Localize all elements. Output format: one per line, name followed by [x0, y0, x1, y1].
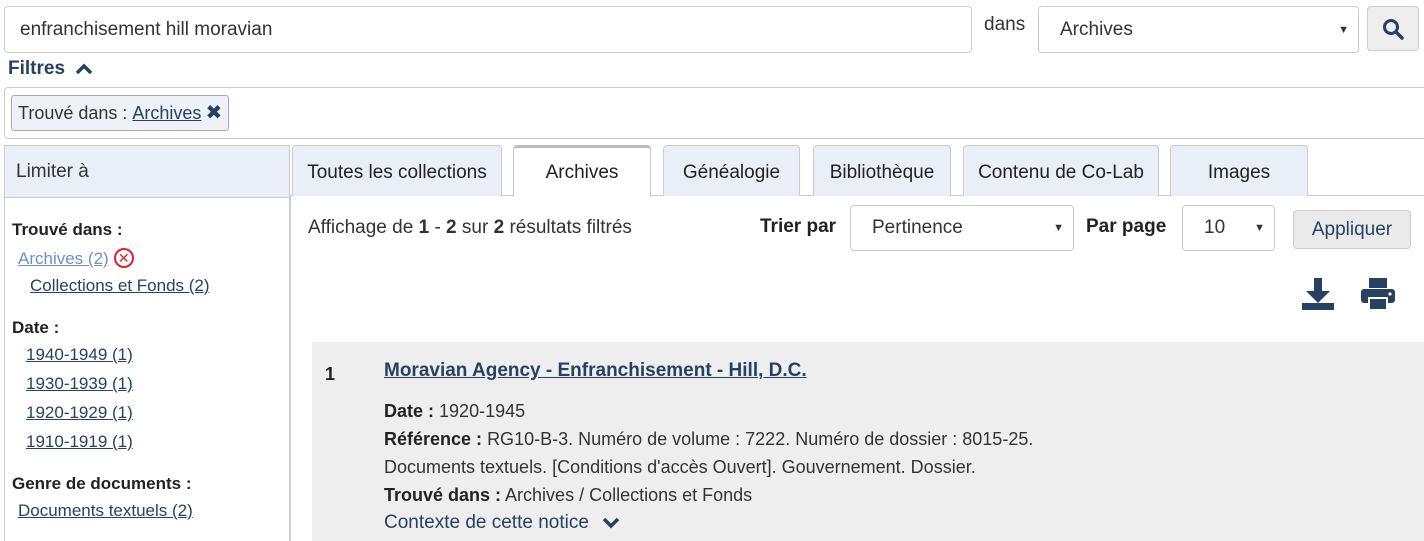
tab-images[interactable]: Images: [1170, 145, 1308, 196]
summary-mid: sur: [461, 217, 489, 238]
result-number: 1: [325, 364, 336, 384]
caret-down-icon: ▼: [1254, 222, 1265, 234]
filters-toggle[interactable]: Filtres: [8, 58, 93, 80]
range-end: 2: [446, 217, 457, 238]
range-sep: -: [434, 217, 441, 238]
facet-link[interactable]: 1930-1939 (1): [26, 374, 133, 394]
tab-genealogie[interactable]: Généalogie: [663, 145, 800, 196]
search-input[interactable]: enfranchisement hill moravian: [4, 6, 972, 53]
apply-button[interactable]: Appliquer: [1293, 210, 1411, 249]
chevron-up-icon: [75, 63, 93, 75]
filter-chip-value-link[interactable]: Archives: [132, 96, 201, 130]
facet-item: Archives (2) ✕: [18, 248, 134, 269]
facet-group-title: Trouvé dans :: [12, 220, 123, 239]
context-toggle[interactable]: Contexte de cette notice: [384, 512, 621, 534]
result-date: Date : 1920-1945: [384, 401, 525, 422]
per-page-select[interactable]: 10 ▼: [1182, 205, 1275, 251]
facet-group-title: Date :: [12, 318, 60, 337]
result-found-value: Archives / Collections et Fonds: [505, 485, 753, 505]
results-summary: Affichage de 1 - 2 sur 2 résultats filtr…: [308, 217, 632, 239]
result-found-in: Trouvé dans : Archives / Collections et …: [384, 485, 752, 506]
filter-chip: Trouvé dans : Archives ✖: [11, 95, 230, 131]
facet-link[interactable]: 1910-1919 (1): [26, 432, 133, 452]
sort-select[interactable]: Pertinence ▼: [850, 205, 1074, 251]
scope-select-value: Archives: [1060, 19, 1133, 40]
summary-prefix: Affichage de: [308, 217, 414, 238]
facet-group-title: Genre de documents :: [12, 474, 192, 493]
facet-link[interactable]: Archives (2): [18, 249, 109, 268]
summary-suffix: résultats filtrés: [509, 217, 632, 238]
per-page-label: Par page: [1086, 216, 1167, 237]
circle-x-icon[interactable]: ✕: [113, 248, 134, 268]
per-page-value: 10: [1204, 217, 1226, 238]
scope-label: dans: [984, 14, 1026, 35]
facet-link[interactable]: 1940-1949 (1): [26, 345, 133, 365]
result-title-link[interactable]: Moravian Agency - Enfranchisement - Hill…: [384, 360, 807, 382]
result-reference-value: RG10-B-3. Numéro de volume : 7222. Numér…: [487, 429, 1034, 449]
tab-contenu-co-lab[interactable]: Contenu de Co-Lab: [963, 145, 1159, 196]
sidebar-heading: Limiter à: [5, 146, 289, 198]
magnifier-icon: [1383, 18, 1404, 40]
caret-down-icon: ▼: [1053, 222, 1064, 234]
range-start: 1: [418, 217, 430, 238]
results-total: 2: [493, 217, 505, 238]
tab-archives[interactable]: Archives: [513, 145, 651, 197]
close-x-icon[interactable]: ✖: [205, 96, 222, 130]
facet-link[interactable]: Documents textuels (2): [18, 501, 193, 521]
facet-link[interactable]: Collections et Fonds (2): [30, 276, 210, 296]
result-date-label: Date :: [384, 401, 435, 421]
scope-select[interactable]: Archives ▼: [1038, 6, 1359, 53]
download-icon[interactable]: [1300, 276, 1336, 312]
filter-chip-prefix: Trouvé dans :: [18, 103, 128, 123]
filters-toggle-label: Filtres: [8, 58, 66, 79]
result-description: Documents textuels. [Conditions d'accès …: [384, 457, 976, 477]
chevron-down-icon: [602, 517, 620, 529]
printer-icon[interactable]: [1360, 276, 1396, 312]
sort-label: Trier par: [760, 216, 837, 237]
tab-toutes-les-collections[interactable]: Toutes les collections: [292, 145, 502, 196]
context-link-label: Contexte de cette notice: [384, 512, 589, 533]
result-reference: Référence : RG10-B-3. Numéro de volume :…: [384, 429, 1033, 450]
sort-select-value: Pertinence: [872, 217, 963, 238]
facet-link[interactable]: 1920-1929 (1): [26, 403, 133, 423]
caret-down-icon: ▼: [1338, 24, 1349, 36]
result-reference-label: Référence :: [384, 429, 483, 449]
result-found-label: Trouvé dans :: [384, 485, 502, 505]
result-date-value: 1920-1945: [439, 401, 526, 421]
tab-bibliotheque[interactable]: Bibliothèque: [813, 145, 951, 196]
search-button[interactable]: [1367, 6, 1419, 51]
